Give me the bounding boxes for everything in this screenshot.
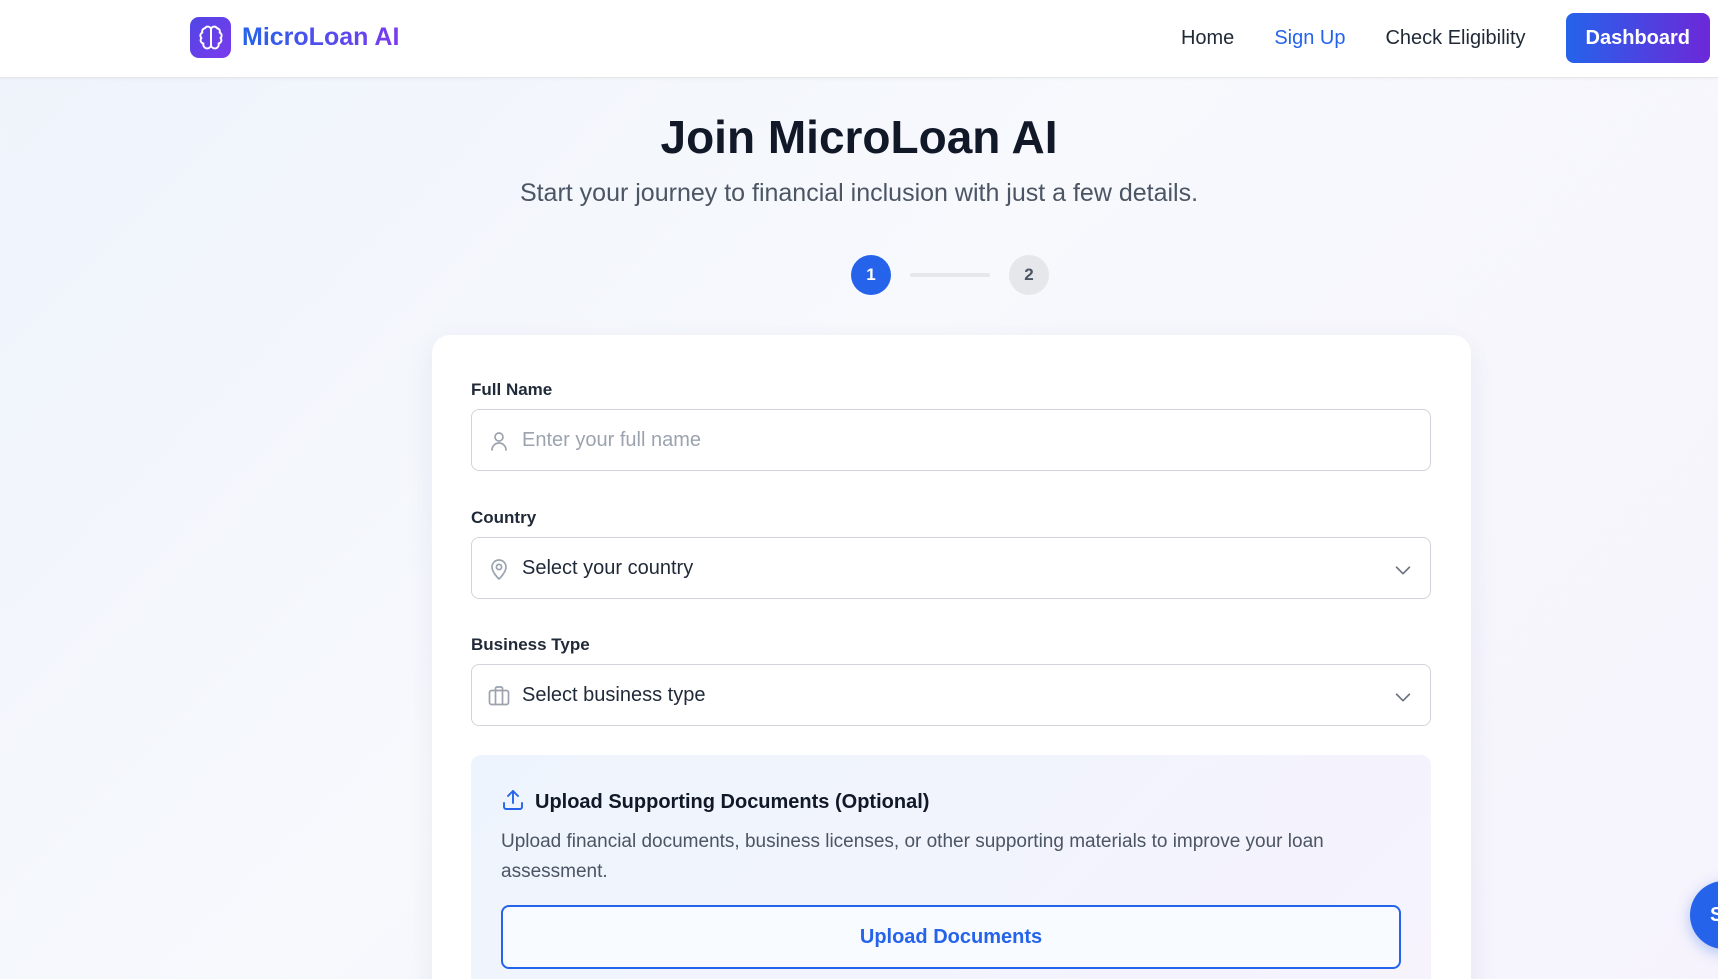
business-type-label: Business Type	[471, 635, 590, 654]
chevron-down-icon	[1392, 686, 1414, 708]
hero: Join MicroLoan AI Start your journey to …	[0, 108, 1718, 208]
business-type-selected-value: Select business type	[522, 683, 706, 706]
upload-icon	[501, 788, 525, 817]
briefcase-icon	[487, 684, 511, 708]
stepper: 1 2	[851, 255, 1049, 295]
nav-links: Home Sign Up Check Eligibility Dashboard	[1181, 13, 1710, 63]
country-selected-value: Select your country	[522, 556, 694, 579]
brand-name: MicroLoan AI	[242, 23, 400, 51]
brand[interactable]: MicroLoan AI	[190, 17, 399, 58]
floating-action-button[interactable]: S	[1690, 881, 1718, 949]
upload-section-header: Upload Supporting Documents (Optional)	[501, 788, 929, 817]
upload-section-description: Upload financial documents, business lic…	[501, 831, 1324, 882]
upload-section-title: Upload Supporting Documents (Optional)	[535, 791, 930, 813]
upload-documents-section: Upload Supporting Documents (Optional) U…	[471, 755, 1431, 979]
full-name-field[interactable]: Enter your full name	[471, 409, 1431, 471]
nav-link-check-eligibility[interactable]: Check Eligibility	[1385, 27, 1525, 50]
upload-documents-button[interactable]: Upload Documents	[501, 905, 1401, 969]
full-name-input[interactable]: Enter your full name	[522, 429, 701, 452]
full-name-label: Full Name	[471, 380, 553, 399]
step-2: 2	[1009, 255, 1049, 295]
country-select[interactable]: Select your country	[471, 537, 1431, 599]
country-label: Country	[471, 508, 537, 527]
page-title: Join MicroLoan AI	[660, 111, 1058, 163]
top-navbar: MicroLoan AI Home Sign Up Check Eligibil…	[0, 0, 1718, 78]
brain-icon	[190, 17, 231, 58]
signup-form-card: Full Name Enter your full name Country S…	[432, 335, 1471, 979]
dashboard-button[interactable]: Dashboard	[1565, 13, 1710, 63]
nav-link-home[interactable]: Home	[1181, 27, 1234, 50]
map-pin-icon	[487, 557, 511, 581]
chevron-down-icon	[1392, 559, 1414, 581]
business-type-select[interactable]: Select business type	[471, 664, 1431, 726]
step-connector	[910, 273, 990, 277]
nav-link-sign-up[interactable]: Sign Up	[1274, 27, 1345, 50]
step-1: 1	[851, 255, 891, 295]
page-subtitle: Start your journey to financial inclusio…	[519, 179, 1199, 207]
user-icon	[487, 429, 511, 453]
